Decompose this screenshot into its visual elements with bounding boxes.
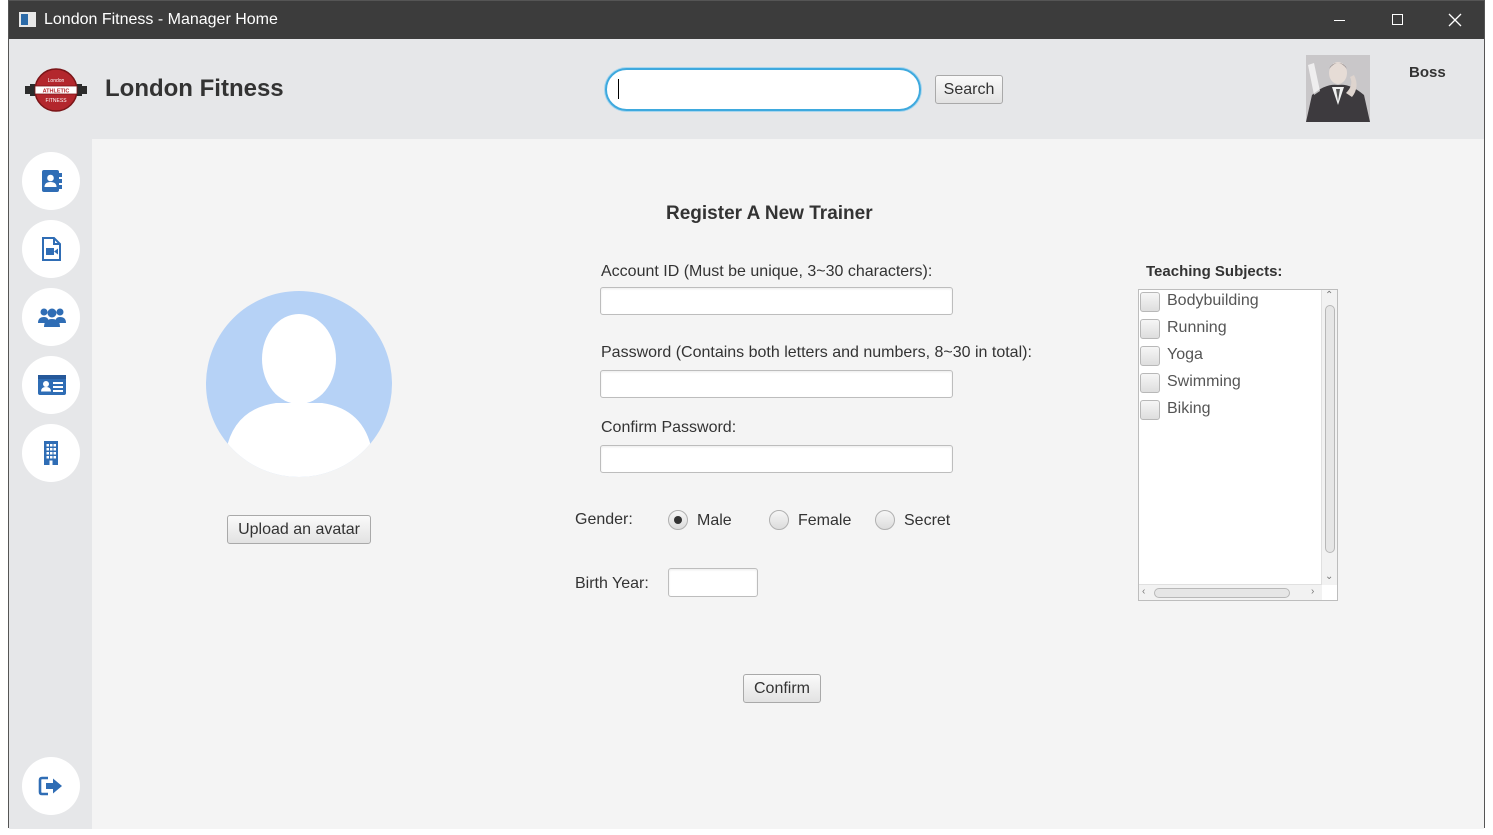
building-icon xyxy=(44,441,58,465)
subject-checkbox[interactable] xyxy=(1140,292,1160,312)
users-icon xyxy=(38,308,66,327)
birth-year-field[interactable] xyxy=(668,568,758,597)
text-caret xyxy=(618,79,619,99)
user-avatar[interactable] xyxy=(1306,55,1370,122)
maximize-icon xyxy=(1392,14,1403,25)
logo-text-bottom: FITNESS xyxy=(45,98,67,104)
subject-item-running[interactable]: Running xyxy=(1139,317,1321,344)
scroll-up-icon[interactable]: ⌃ xyxy=(1325,291,1333,301)
teaching-subjects-list[interactable]: Bodybuilding Running Yoga Swimming Bikin… xyxy=(1138,289,1338,601)
address-book-icon xyxy=(42,170,62,192)
radio-male-label: Male xyxy=(697,512,732,529)
sidebar-item-members[interactable] xyxy=(22,288,80,346)
window-title: London Fitness - Manager Home xyxy=(44,11,278,28)
account-id-field[interactable] xyxy=(600,287,953,315)
birth-year-label: Birth Year: xyxy=(575,575,649,592)
upload-avatar-button[interactable]: Upload an avatar xyxy=(227,515,371,544)
vertical-scroll-thumb[interactable] xyxy=(1325,305,1335,553)
horizontal-scrollbar[interactable]: ‹ › xyxy=(1139,584,1322,600)
radio-secret-label: Secret xyxy=(904,512,951,529)
user-name: Boss xyxy=(1409,64,1446,81)
sign-out-icon xyxy=(38,776,62,796)
radio-female-label: Female xyxy=(798,512,852,529)
app-header: London ATHLETIC FITNESS London Fitness S… xyxy=(9,39,1484,139)
logout-button[interactable] xyxy=(22,757,80,815)
confirm-button[interactable]: Confirm xyxy=(743,674,821,703)
london-fitness-logo: London ATHLETIC FITNESS xyxy=(25,68,87,112)
subject-checkbox[interactable] xyxy=(1140,319,1160,339)
sidebar-item-videos[interactable] xyxy=(22,220,80,278)
account-id-label: Account ID (Must be unique, 3~30 charact… xyxy=(601,263,933,280)
user-photo-image xyxy=(1306,55,1370,122)
password-field[interactable] xyxy=(600,370,953,398)
logo-text-band: ATHLETIC xyxy=(43,89,70,95)
scroll-left-icon[interactable]: ‹ xyxy=(1142,587,1145,597)
main-content: Register A New Trainer Upload an avatar … xyxy=(92,139,1484,829)
sidebar-item-trainers[interactable] xyxy=(22,356,80,414)
form-title: Register A New Trainer xyxy=(666,203,873,224)
subject-item-biking[interactable]: Biking xyxy=(1139,398,1321,425)
search-button[interactable]: Search xyxy=(935,75,1003,104)
sidebar xyxy=(9,139,92,829)
sidebar-item-facilities[interactable] xyxy=(22,424,80,482)
app-window: London Fitness - Manager Home London ATH… xyxy=(8,0,1485,829)
scroll-right-icon[interactable]: › xyxy=(1311,587,1314,597)
close-icon xyxy=(1448,13,1462,27)
subject-label: Biking xyxy=(1167,400,1211,417)
minimize-icon xyxy=(1334,20,1345,21)
subject-label: Running xyxy=(1167,319,1227,336)
subject-checkbox[interactable] xyxy=(1140,400,1160,420)
title-bar: London Fitness - Manager Home xyxy=(9,1,1484,39)
subject-label: Bodybuilding xyxy=(1167,292,1259,309)
subject-item-yoga[interactable]: Yoga xyxy=(1139,344,1321,371)
confirm-password-label: Confirm Password: xyxy=(601,419,737,436)
subject-item-bodybuilding[interactable]: Bodybuilding xyxy=(1139,290,1321,317)
default-avatar-icon xyxy=(226,314,372,477)
close-button[interactable] xyxy=(1426,1,1484,39)
minimize-button[interactable] xyxy=(1310,1,1368,39)
subject-label: Swimming xyxy=(1167,373,1241,390)
logo-text-top: London xyxy=(48,78,65,84)
radio-female[interactable] xyxy=(769,510,789,530)
horizontal-scroll-thumb[interactable] xyxy=(1154,588,1290,598)
subject-checkbox[interactable] xyxy=(1140,346,1160,366)
app-icon xyxy=(19,12,36,27)
password-label: Password (Contains both letters and numb… xyxy=(601,344,1032,361)
maximize-button[interactable] xyxy=(1368,1,1426,39)
radio-male[interactable] xyxy=(668,510,688,530)
vertical-scrollbar[interactable]: ⌃ ⌄ xyxy=(1321,290,1337,585)
sidebar-item-contacts[interactable] xyxy=(22,152,80,210)
brand-name: London Fitness xyxy=(105,75,284,102)
id-card-icon xyxy=(38,375,66,395)
scroll-down-icon[interactable]: ⌄ xyxy=(1325,572,1333,582)
radio-secret[interactable] xyxy=(875,510,895,530)
confirm-password-field[interactable] xyxy=(600,445,953,473)
teaching-subjects-title: Teaching Subjects: xyxy=(1146,263,1283,280)
avatar-preview xyxy=(206,291,392,477)
video-file-icon xyxy=(42,237,61,261)
gender-label: Gender: xyxy=(575,511,633,528)
search-input[interactable] xyxy=(605,68,921,111)
subject-label: Yoga xyxy=(1167,346,1203,363)
subject-item-swimming[interactable]: Swimming xyxy=(1139,371,1321,398)
subject-checkbox[interactable] xyxy=(1140,373,1160,393)
